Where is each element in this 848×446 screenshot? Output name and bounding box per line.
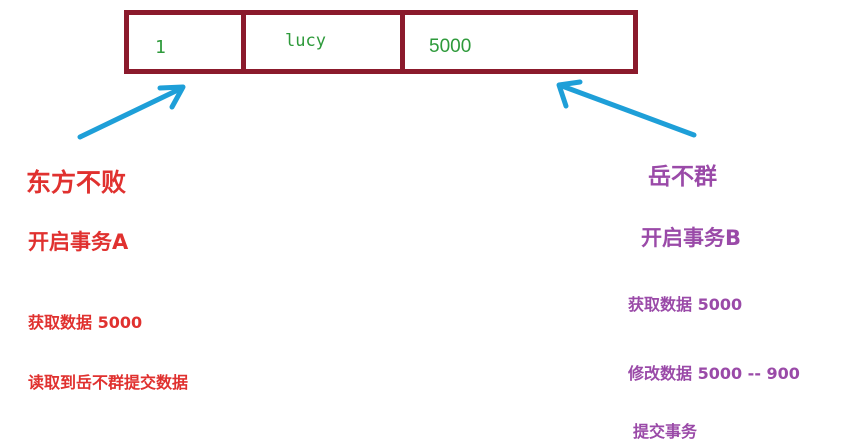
- record-id-cell: 1: [155, 37, 166, 58]
- left-step-begin-transaction: 开启事务A: [28, 230, 129, 254]
- record-row: 1 lucy 5000: [124, 10, 638, 74]
- cell-divider-1: [241, 15, 246, 69]
- record-name-cell: lucy: [285, 31, 326, 51]
- cell-divider-2: [400, 15, 405, 69]
- left-step-read-committed: 读取到岳不群提交数据: [28, 373, 189, 392]
- right-step-commit: 提交事务: [633, 422, 698, 441]
- left-arrow: [77, 84, 186, 140]
- left-step-read-data: 获取数据 5000: [28, 313, 143, 332]
- right-step-begin-transaction: 开启事务B: [641, 226, 742, 250]
- right-step-read-data: 获取数据 5000: [628, 295, 743, 314]
- actor-right-name: 岳不群: [648, 164, 717, 190]
- right-step-update-data: 修改数据 5000 -- 900: [628, 364, 800, 383]
- record-amount-cell: 5000: [429, 36, 472, 57]
- actor-left-name: 东方不败: [26, 168, 127, 197]
- right-arrow: [556, 79, 697, 138]
